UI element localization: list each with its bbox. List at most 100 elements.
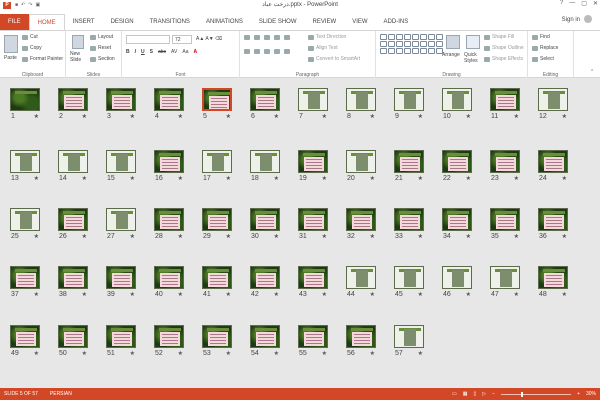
slide-preview[interactable]: [10, 150, 40, 173]
tab-animations[interactable]: ANIMATIONS: [198, 14, 251, 30]
collapse-ribbon-icon[interactable]: ⌃: [590, 69, 594, 75]
tab-slide-show[interactable]: SLIDE SHOW: [251, 14, 305, 30]
slide-thumbnail[interactable]: 33 ★: [394, 208, 424, 240]
slide-preview[interactable]: [394, 325, 424, 348]
slide-thumbnail[interactable]: 30 ★: [250, 208, 280, 240]
transition-star-icon[interactable]: ★: [322, 175, 327, 182]
slide-thumbnail[interactable]: 12 ★: [538, 88, 568, 120]
transition-star-icon[interactable]: ★: [274, 291, 279, 298]
paste-button[interactable]: Paste: [4, 55, 17, 61]
slide-preview[interactable]: [538, 88, 568, 111]
slide-preview[interactable]: [154, 150, 184, 173]
slide-thumbnail[interactable]: 37 ★: [10, 266, 40, 298]
slide-preview[interactable]: [10, 266, 40, 289]
slide-preview[interactable]: [10, 208, 40, 231]
language-indicator[interactable]: PERSIAN: [50, 391, 72, 397]
format-painter-button[interactable]: Format Painter: [22, 56, 63, 62]
slide-thumbnail[interactable]: 41 ★: [202, 266, 232, 298]
slide-preview[interactable]: [106, 150, 136, 173]
transition-star-icon[interactable]: ★: [466, 291, 471, 298]
underline-button[interactable]: U: [141, 49, 145, 55]
paste-icon[interactable]: [4, 35, 18, 53]
slide-thumbnail[interactable]: 38 ★: [58, 266, 88, 298]
transition-star-icon[interactable]: ★: [130, 291, 135, 298]
slide-preview[interactable]: [202, 266, 232, 289]
tab-review[interactable]: REVIEW: [305, 14, 345, 30]
transition-star-icon[interactable]: ★: [562, 291, 567, 298]
tab-transitions[interactable]: TRANSITIONS: [142, 14, 198, 30]
transition-star-icon[interactable]: ★: [226, 113, 231, 120]
slide-preview[interactable]: [106, 208, 136, 231]
slide-preview[interactable]: [106, 88, 136, 111]
slide-preview[interactable]: [58, 266, 88, 289]
transition-star-icon[interactable]: ★: [130, 350, 135, 357]
transition-star-icon[interactable]: ★: [34, 291, 39, 298]
transition-star-icon[interactable]: ★: [466, 233, 471, 240]
transition-star-icon[interactable]: ★: [274, 113, 279, 120]
slide-thumbnail[interactable]: 17 ★: [202, 150, 232, 182]
slide-thumbnail[interactable]: 48 ★: [538, 266, 568, 298]
slide-thumbnail[interactable]: 32 ★: [346, 208, 376, 240]
slide-thumbnail[interactable]: 50 ★: [58, 325, 88, 357]
minimize-button[interactable]: —: [569, 0, 575, 7]
align-right-icon[interactable]: [264, 49, 270, 54]
transition-star-icon[interactable]: ★: [418, 233, 423, 240]
transition-star-icon[interactable]: ★: [178, 113, 183, 120]
new-slide-icon[interactable]: [72, 35, 84, 49]
slide-preview[interactable]: [490, 266, 520, 289]
transition-star-icon[interactable]: ★: [514, 291, 519, 298]
slide-thumbnail[interactable]: 45 ★: [394, 266, 424, 298]
transition-star-icon[interactable]: ★: [466, 113, 471, 120]
slide-thumbnail[interactable]: 26 ★: [58, 208, 88, 240]
zoom-slider[interactable]: [501, 391, 572, 397]
char-spacing-button[interactable]: AV: [171, 49, 177, 55]
justify-icon[interactable]: [274, 49, 280, 54]
slide-preview[interactable]: [394, 150, 424, 173]
slide-preview[interactable]: [58, 88, 88, 111]
font-size-field[interactable]: 72: [172, 35, 192, 44]
columns-icon[interactable]: [284, 49, 290, 54]
slide-preview[interactable]: [538, 266, 568, 289]
copy-button[interactable]: Copy: [22, 45, 42, 51]
slide-thumbnail[interactable]: 25 ★: [10, 208, 40, 240]
slide-preview[interactable]: [250, 266, 280, 289]
slide-thumbnail[interactable]: 24 ★: [538, 150, 568, 182]
slide-sorter[interactable]: 1 ★ 2 ★ 3 ★ 4 ★ 5 ★ 6 ★ 7 ★ 8 ★ 9 ★ 10 ★ 11 ★ 12 ★ 13 ★ 14 ★ 15 ★ 16 ★ 1…: [0, 78, 600, 388]
strikethrough-button[interactable]: abc: [158, 49, 166, 55]
select-button[interactable]: Select: [532, 56, 554, 62]
slide-thumbnail[interactable]: 7 ★: [298, 88, 328, 120]
maximize-button[interactable]: ▢: [581, 0, 587, 7]
transition-star-icon[interactable]: ★: [514, 233, 519, 240]
slide-preview[interactable]: [394, 88, 424, 111]
transition-star-icon[interactable]: ★: [178, 291, 183, 298]
slide-preview[interactable]: [298, 208, 328, 231]
slide-preview[interactable]: [298, 325, 328, 348]
slide-thumbnail[interactable]: 27 ★: [106, 208, 136, 240]
transition-star-icon[interactable]: ★: [418, 350, 423, 357]
slide-preview[interactable]: [202, 150, 232, 173]
slide-preview[interactable]: [490, 88, 520, 111]
slide-thumbnail[interactable]: 53 ★: [202, 325, 232, 357]
tab-view[interactable]: VIEW: [344, 14, 375, 30]
slide-thumbnail[interactable]: 11 ★: [490, 88, 520, 120]
sign-in-link[interactable]: Sign in: [562, 17, 580, 23]
transition-star-icon[interactable]: ★: [82, 291, 87, 298]
transition-star-icon[interactable]: ★: [322, 233, 327, 240]
zoom-slider-thumb[interactable]: [521, 391, 524, 397]
slide-thumbnail[interactable]: 31 ★: [298, 208, 328, 240]
arrange-icon[interactable]: [446, 35, 460, 49]
slide-thumbnail[interactable]: 20 ★: [346, 150, 376, 182]
slide-preview[interactable]: [394, 266, 424, 289]
slide-thumbnail[interactable]: 14 ★: [58, 150, 88, 182]
reset-button[interactable]: Reset: [90, 45, 111, 51]
arrange-button[interactable]: Arrange: [442, 52, 460, 58]
slide-preview[interactable]: [298, 88, 328, 111]
transition-star-icon[interactable]: ★: [34, 233, 39, 240]
slide-preview[interactable]: [442, 150, 472, 173]
slide-thumbnail[interactable]: 56 ★: [346, 325, 376, 357]
slide-thumbnail[interactable]: 42 ★: [250, 266, 280, 298]
slide-thumbnail[interactable]: 39 ★: [106, 266, 136, 298]
slide-thumbnail[interactable]: 16 ★: [154, 150, 184, 182]
transition-star-icon[interactable]: ★: [226, 175, 231, 182]
slide-thumbnail[interactable]: 36 ★: [538, 208, 568, 240]
